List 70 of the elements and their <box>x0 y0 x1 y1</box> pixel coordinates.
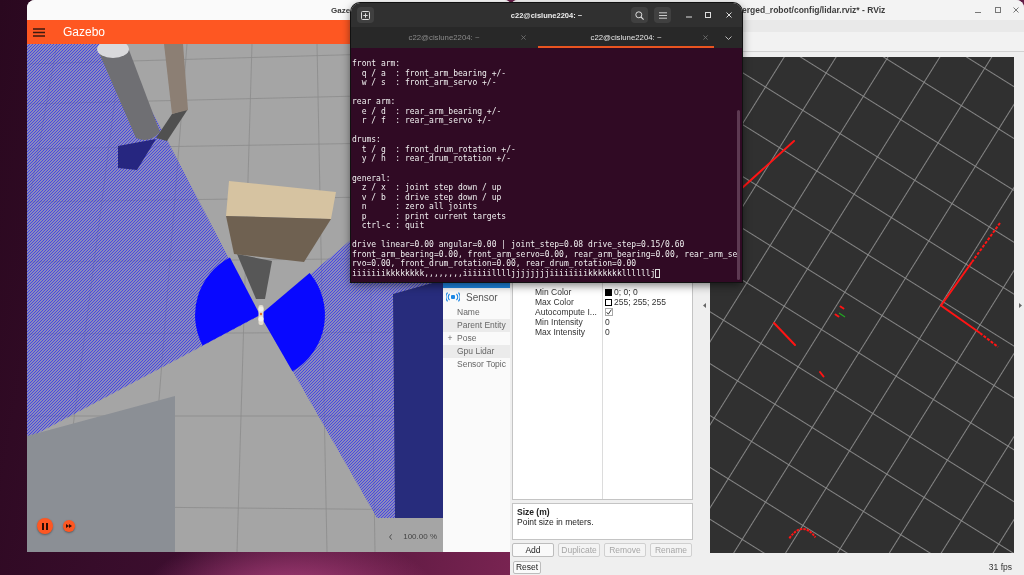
terminal-line: w / s : front_arm_servo +/- <box>360 78 497 88</box>
axis-marker <box>838 312 846 318</box>
pole <box>164 44 188 114</box>
terminal-line: p : print current targets <box>360 211 507 222</box>
terminal-line: e / d : rear_arm_bearing +/- <box>360 106 502 116</box>
property-label[interactable]: Parent Entity <box>443 319 512 332</box>
sensor-icon <box>446 292 460 302</box>
terminal-line: rear arm: <box>352 97 396 107</box>
check-icon <box>606 309 612 315</box>
fps-counter: 31 fps <box>988 562 1012 572</box>
property-value: 0 <box>605 327 610 337</box>
text-cursor <box>655 269 661 279</box>
property-label[interactable]: Pose <box>457 332 512 345</box>
property-label[interactable]: Gpu Lidar <box>443 345 512 358</box>
terminal-line: t / g : front_drum_rotation +/- <box>360 144 516 155</box>
terminal-line: q / a : front_arm_bearing +/- <box>360 68 507 79</box>
description-text: Point size in meters. <box>517 517 594 527</box>
menu-icon <box>658 11 667 19</box>
property-name[interactable]: Min Color <box>513 287 602 297</box>
fast-forward-icon <box>66 524 72 528</box>
scan-line <box>740 140 795 190</box>
terminal-line: z / x : joint step down / up <box>361 183 502 193</box>
shadow <box>237 254 272 299</box>
robot <box>258 305 264 325</box>
action-button[interactable]: Add <box>512 543 554 557</box>
app-title: Gazebo <box>63 25 106 39</box>
reset-button[interactable]: Reset <box>513 560 541 574</box>
property-value: 0; 0; 0 <box>614 287 638 297</box>
menu-button[interactable] <box>654 7 671 23</box>
terminal-line: ctrl-c : quit <box>360 221 425 231</box>
property-name[interactable]: Autocompute I... <box>513 307 602 317</box>
chevron-down-icon[interactable] <box>724 35 732 40</box>
zoom-level: 100.00 % <box>403 532 437 541</box>
arrow-right-icon[interactable] <box>1018 303 1022 308</box>
terminal-line: drums: <box>352 135 381 145</box>
property-label[interactable]: Name <box>443 306 512 319</box>
terminal-line: iiiiiiikkkkkkkk,,,,,,,,iiiiiilllljjjjjjjjiiiiiiiikkkkkkkllllllj <box>352 269 656 279</box>
window-title: erged_robot/config/lidar.rviz* - RViz <box>742 5 886 15</box>
search-icon <box>635 10 644 20</box>
arrow-left-icon[interactable] <box>702 303 706 308</box>
terminal-line: r / f : rear_arm_servo +/- <box>360 116 492 126</box>
description-title: Size (m) <box>517 507 550 517</box>
pause-icon <box>42 522 48 530</box>
menu-icon[interactable] <box>33 27 45 37</box>
property-label[interactable]: Sensor Topic <box>443 358 512 371</box>
scan-arc <box>788 527 817 540</box>
property-name[interactable]: Max Color <box>513 297 602 307</box>
terminal-line: drive linear=0.00 angular=0.00 | joint_step=0.08 drive_step=0.15/0.60 <box>352 240 685 250</box>
search-button[interactable] <box>631 7 648 23</box>
property-name[interactable]: Max Intensity <box>513 327 602 337</box>
new-tab-icon <box>361 10 370 20</box>
terminal-line: n : zero all joints <box>360 202 478 212</box>
property-value: 0 <box>605 317 610 327</box>
window-title: Gaze <box>331 5 351 15</box>
terminal-line: front arm: <box>352 59 401 69</box>
shadow <box>156 109 188 141</box>
panel-title: Sensor <box>466 291 498 303</box>
shadow <box>118 139 156 170</box>
scan-line <box>773 322 796 346</box>
property-value: 255; 255; 255 <box>614 297 666 307</box>
terminal-line: rvo=0.00, front_drum_rotation=0.00, rear_drum_rotation=0.00 <box>352 259 637 270</box>
terminal-line: v / b : drive step down / up <box>360 192 502 203</box>
terminal-line: general: <box>352 173 391 184</box>
expand-toggle[interactable]: + <box>443 332 457 345</box>
scrollbar[interactable] <box>737 110 740 280</box>
property-name[interactable]: Min Intensity <box>513 317 602 327</box>
checkbox[interactable] <box>605 308 613 316</box>
terminal-line: front_arm_bearing=0.00, front_arm_servo=0.00, rear_arm_bearing=0.00, rear_arm_se <box>352 249 738 260</box>
terminal-line: y / h : rear_drum_rotation +/- <box>360 154 511 164</box>
new-tab-button[interactable] <box>357 7 374 23</box>
